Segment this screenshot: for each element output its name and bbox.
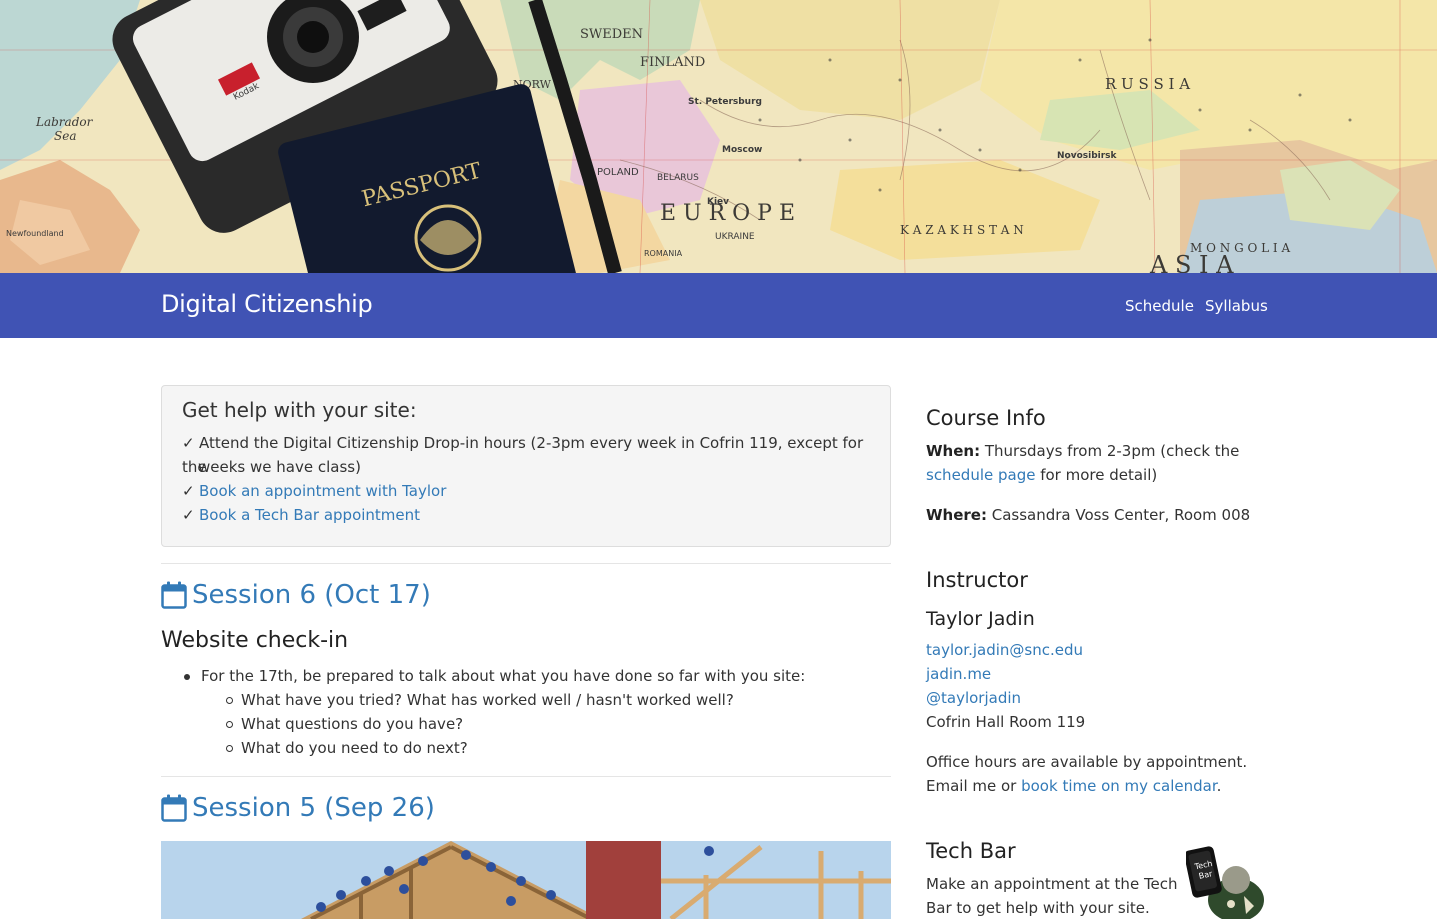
session-5-title-text[interactable]: Session 5 (Sep 26) [192,793,435,823]
course-where: Where: Cassandra Voss Center, Room 008 [926,503,1250,527]
checkmark-icon: ✓ [182,506,195,524]
help-item-techbar: ✓ Book a Tech Bar appointment [182,503,420,527]
map-label-newfoundland: Newfoundland [6,229,64,238]
when-tail: for more detail) [1035,466,1158,484]
help-callout-box: Get help with your site: ✓ Attend the Dig… [161,385,891,547]
session-6-title[interactable]: Session 6 (Oct 17) [161,580,431,610]
map-label-kazakhstan: K A Z A K H S T A N [900,223,1024,237]
book-techbar-link[interactable]: Book a Tech Bar appointment [199,506,420,524]
instructor-heading: Instructor [926,568,1028,592]
techbar-text-line2: Bar to get help with your site. [926,899,1150,917]
map-label-romania: ROMANIA [644,249,683,258]
map-label-kiev: Kiev [707,197,729,207]
email-me-text: Email me or book time on my calendar. [926,774,1221,798]
help-title: Get help with your site: [182,398,417,422]
techbar-logo: Tech Bar [1184,840,1266,922]
map-label-poland: POLAND [597,167,639,178]
course-when-continued: schedule page for more detail) [926,463,1157,487]
office-hours-text: Office hours are available by appointmen… [926,753,1248,771]
techbar-heading: Tech Bar [926,839,1016,863]
map-label-labrador: Labrador [35,115,94,129]
instructor-name: Taylor Jadin [926,608,1035,630]
help-item-dropin-continued: weeks we have class) [198,458,361,476]
when-label: When: [926,442,981,460]
top-navbar: Digital Citizenship Schedule Syllabus [0,273,1437,338]
map-label-stpetersburg: St. Petersburg [688,97,762,107]
checkmark-icon: ✓ [182,434,195,452]
barn-raising-photo [161,841,891,919]
list-item: What do you need to do next? [226,736,468,760]
session-6-subtitle: Website check-in [161,628,349,653]
nav-link-schedule[interactable]: Schedule [1125,297,1194,315]
map-label-novosibirsk: Novosibirsk [1057,151,1118,161]
checkmark-icon: ✓ [182,482,195,500]
email-me-label: Email me or [926,777,1022,795]
techbar-mascot-icon: Tech Bar [1184,846,1264,922]
nav-link-syllabus[interactable]: Syllabus [1205,297,1268,315]
book-calendar-link[interactable]: book time on my calendar [1021,777,1217,795]
map-label-sea: Sea [54,129,76,143]
map-label-belarus: BELARUS [657,173,699,183]
map-label-sweden: SWEDEN [580,27,643,42]
course-info-heading: Course Info [926,406,1046,430]
help-item-appointment: ✓ Book an appointment with Taylor [182,479,446,503]
map-label-asia: A S I A [1149,251,1234,273]
when-text: Thursdays from 2-3pm (check the [980,442,1240,460]
where-label: Where: [926,506,987,524]
list-item: For the 17th, be prepared to talk about … [183,664,805,688]
map-label-finland: FINLAND [640,55,705,70]
hero-banner-image: SWEDEN FINLAND R U S S I A E U R O P E K… [0,0,1437,273]
list-item: What have you tried? What has worked wel… [226,688,734,712]
where-text: Cassandra Voss Center, Room 008 [986,506,1251,524]
session-5-title[interactable]: Session 5 (Sep 26) [161,793,435,823]
instructor-twitter-link[interactable]: @taylorjadin [926,686,1021,710]
site-brand-link[interactable]: Digital Citizenship [161,290,373,318]
instructor-website-link[interactable]: jadin.me [926,662,991,686]
instructor-office: Cofrin Hall Room 119 [926,713,1086,731]
book-appointment-taylor-link[interactable]: Book an appointment with Taylor [199,482,446,500]
session-5-photo [161,841,891,919]
instructor-email-link[interactable]: taylor.jadin@snc.edu [926,638,1083,662]
map-label-ukraine: UKRAINE [715,232,755,242]
calendar-icon [161,581,187,609]
world-map-illustration: SWEDEN FINLAND R U S S I A E U R O P E K… [0,0,1437,273]
map-label-russia: R U S S I A [1105,75,1190,93]
schedule-page-link[interactable]: schedule page [926,466,1035,484]
session-6-title-text[interactable]: Session 6 (Oct 17) [192,580,431,610]
techbar-text-line1: Make an appointment at the Tech [926,875,1178,893]
period: . [1216,777,1222,795]
calendar-icon [161,794,187,822]
list-item: What questions do you have? [225,712,463,736]
divider [161,776,891,777]
course-when: When: Thursdays from 2-3pm (check the [926,439,1239,463]
map-label-moscow: Moscow [722,145,762,155]
divider [161,563,891,564]
